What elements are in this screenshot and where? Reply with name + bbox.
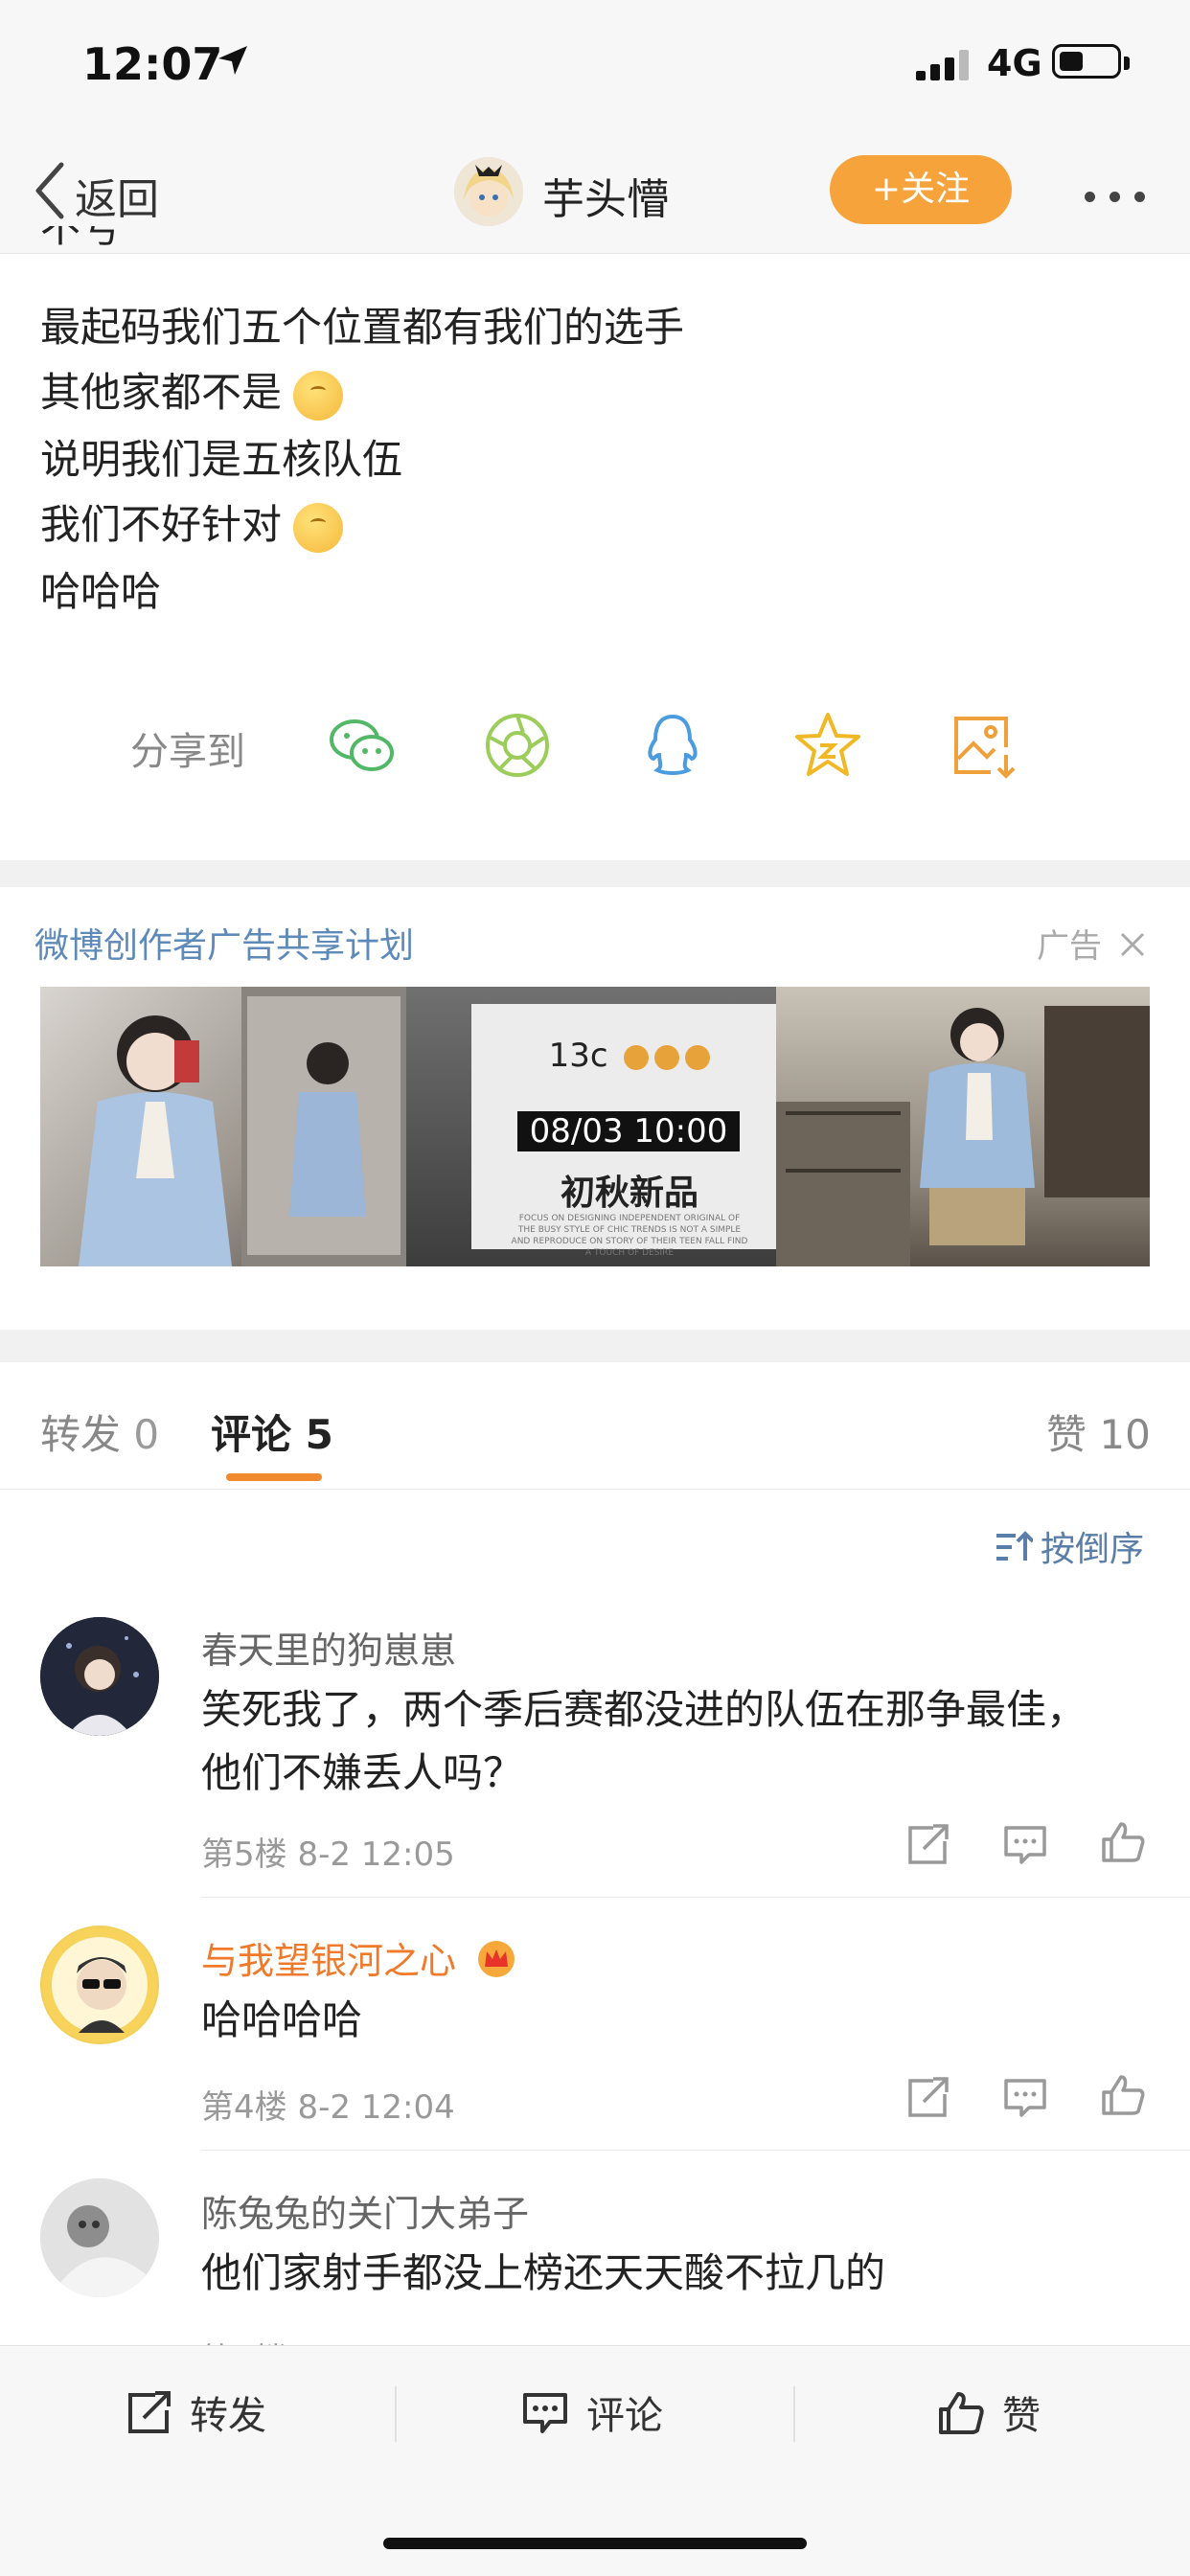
post-line: 其他家都不是 <box>40 360 344 421</box>
like-label: 赞 <box>1002 2394 1041 2438</box>
tab-repost[interactable]: 转发 0 <box>40 1402 159 1461</box>
comment-text: 他们家射手都没上榜还天天酸不拉几的 <box>201 2249 886 2296</box>
section-divider <box>0 860 1190 887</box>
sort-order-icon <box>995 1530 1035 1573</box>
like-comment-icon[interactable] <box>1100 1820 1146 1868</box>
like-icon <box>937 2390 985 2446</box>
follow-button[interactable]: +关注 <box>830 155 1012 224</box>
comment-text: 哈哈哈哈 <box>201 1996 363 2043</box>
network-type: 4G <box>987 42 1042 84</box>
section-divider <box>0 1330 1190 1362</box>
comment-icon <box>521 2391 569 2445</box>
ad-promo-card: 13c 08/03 10:00 初秋新品 FOCUS ON DESIGNING … <box>471 1004 788 1258</box>
post-line: 说明我们是五核队伍 <box>40 436 403 483</box>
ad-slogan: 初秋新品 <box>560 1174 698 1213</box>
crown-icon <box>654 1044 680 1070</box>
sort-button[interactable]: 按倒序 <box>995 1521 1144 1573</box>
sort-label: 按倒序 <box>1041 1530 1145 1569</box>
tabs-divider <box>0 1489 1190 1490</box>
crown-icon <box>624 1044 650 1070</box>
battery-icon <box>1052 44 1130 79</box>
moments-icon[interactable] <box>481 709 554 786</box>
post-line: 最起码我们五个位置都有我们的选手 <box>40 304 685 351</box>
ad-photo-right <box>776 987 1150 1266</box>
share-comment-icon[interactable] <box>904 2077 950 2123</box>
thinking-emoji-icon <box>293 502 344 553</box>
active-tab-indicator <box>226 1473 322 1481</box>
ad-date: 08/03 10:00 <box>517 1111 740 1151</box>
ad-tag[interactable]: 广告 <box>1037 920 1147 968</box>
author-name[interactable]: 芋头懵 <box>542 165 669 226</box>
post-line: 哈哈哈 <box>40 568 162 615</box>
crown-icon <box>685 1044 711 1070</box>
comment-text: 笑死我了，两个季后赛都没进的队伍在那争最佳，他们不嫌丢人吗？ <box>201 1686 1087 1796</box>
status-bar: 12:07 4G <box>0 0 1190 134</box>
comment-divider <box>201 1897 1190 1898</box>
cellular-signal-icon <box>916 50 973 84</box>
save-image-icon[interactable] <box>949 709 1021 786</box>
comment-label: 评论 <box>586 2394 663 2438</box>
repost-button[interactable]: 转发 <box>125 2384 266 2445</box>
reply-comment-icon[interactable] <box>1002 1824 1048 1870</box>
favorite-star-icon[interactable] <box>791 709 864 786</box>
repost-icon <box>125 2391 172 2445</box>
bottom-action-bar: 转发 评论 赞 <box>0 2345 1190 2576</box>
back-button[interactable]: 返回 <box>75 165 159 226</box>
home-indicator[interactable] <box>383 2538 807 2549</box>
reply-comment-icon[interactable] <box>1002 2077 1048 2123</box>
more-options-icon[interactable] <box>1085 188 1159 206</box>
avatar[interactable] <box>454 157 523 226</box>
vip-crown-icon <box>475 1940 517 1987</box>
comment-author[interactable]: 与我望银河之心 <box>201 1931 517 1987</box>
post-line: 我们不好针对 <box>40 492 344 553</box>
nav-bar: 返回 芋头懵 +关注 <box>0 134 1190 254</box>
comment-meta: 第4楼 8-2 12:04 <box>201 2088 455 2127</box>
tab-likes[interactable]: 赞 10 <box>1046 1402 1151 1461</box>
comment-divider <box>201 2150 1190 2151</box>
post-line: 不亏 <box>40 226 122 251</box>
status-time: 12:07 <box>82 38 223 90</box>
wechat-icon[interactable] <box>326 709 399 786</box>
comment-author[interactable]: 陈兔兔的关门大弟子 <box>201 2184 529 2237</box>
comment-author[interactable]: 春天里的狗崽崽 <box>201 1621 456 1674</box>
thinking-emoji-icon <box>293 370 344 421</box>
back-chevron-icon[interactable] <box>33 161 67 224</box>
avatar[interactable] <box>40 1617 159 1736</box>
tab-comments[interactable]: 评论 5 <box>211 1402 333 1461</box>
location-arrow-icon <box>217 44 249 80</box>
repost-label: 转发 <box>190 2394 266 2438</box>
share-label: 分享到 <box>130 730 245 774</box>
comment-meta: 第5楼 8-2 12:05 <box>201 1835 455 1874</box>
qq-icon[interactable] <box>636 709 709 786</box>
bar-separator <box>793 2386 795 2442</box>
close-icon[interactable] <box>1118 929 1147 968</box>
ad-brand: 13c <box>471 1037 788 1075</box>
avatar[interactable] <box>40 2178 159 2297</box>
bar-separator <box>395 2386 397 2442</box>
avatar[interactable] <box>40 1926 159 2044</box>
ad-program-link[interactable]: 微博创作者广告共享计划 <box>34 918 414 968</box>
share-comment-icon[interactable] <box>904 1824 950 1870</box>
ad-label: 广告 <box>1037 927 1102 966</box>
ad-fine-print: FOCUS ON DESIGNING INDEPENDENT ORIGINAL … <box>511 1214 748 1258</box>
comment-button[interactable]: 评论 <box>521 2384 663 2445</box>
like-comment-icon[interactable] <box>1100 2073 1146 2121</box>
ad-banner-image[interactable]: 13c 08/03 10:00 初秋新品 FOCUS ON DESIGNING … <box>40 987 1150 1266</box>
ad-photo-left <box>40 987 406 1266</box>
like-button[interactable]: 赞 <box>937 2384 1041 2446</box>
